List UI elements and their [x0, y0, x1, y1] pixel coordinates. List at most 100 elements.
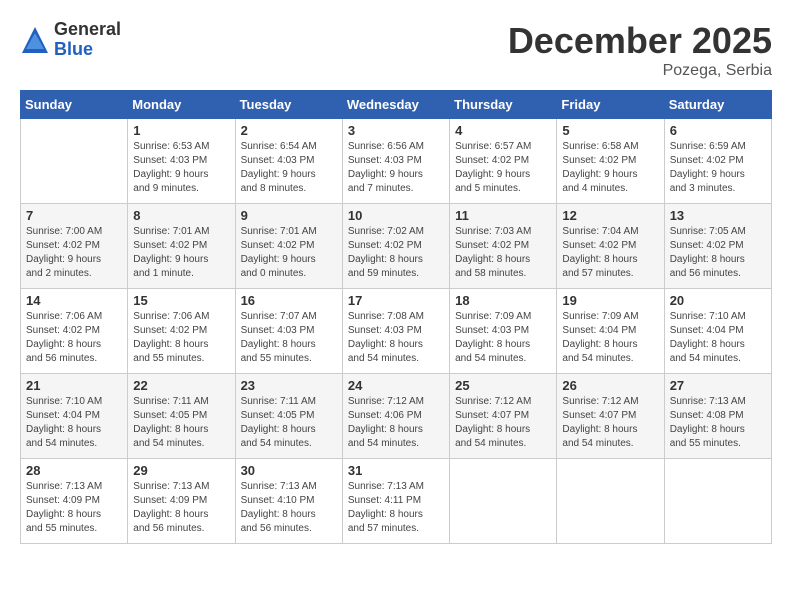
day-number: 14	[26, 293, 122, 308]
day-info: Sunrise: 6:59 AM Sunset: 4:02 PM Dayligh…	[670, 140, 766, 196]
week-row-2: 7Sunrise: 7:00 AM Sunset: 4:02 PM Daylig…	[21, 204, 772, 289]
day-info: Sunrise: 7:09 AM Sunset: 4:04 PM Dayligh…	[562, 310, 658, 366]
day-number: 2	[241, 123, 337, 138]
day-number: 9	[241, 208, 337, 223]
column-header-wednesday: Wednesday	[342, 91, 449, 119]
calendar-cell: 15Sunrise: 7:06 AM Sunset: 4:02 PM Dayli…	[128, 289, 235, 374]
calendar-cell: 12 Sunrise: 7:04 AM Sunset: 4:02 PM Dayli…	[557, 204, 664, 289]
day-number: 7	[26, 208, 122, 223]
day-number: 21	[26, 378, 122, 393]
day-number: 20	[670, 293, 766, 308]
day-info: Sunrise: 7:08 AM Sunset: 4:03 PM Dayligh…	[348, 310, 444, 366]
calendar-cell: 31Sunrise: 7:13 AM Sunset: 4:11 PM Dayli…	[342, 459, 449, 544]
week-row-1: 1 Sunrise: 6:53 AM Sunset: 4:03 PM Daylig…	[21, 119, 772, 204]
logo-icon	[20, 25, 50, 55]
calendar-cell	[557, 459, 664, 544]
column-header-tuesday: Tuesday	[235, 91, 342, 119]
page-header: General Blue December 2025 Pozega, Serbi…	[20, 20, 772, 80]
calendar-cell: 9 Sunrise: 7:01 AM Sunset: 4:02 PM Daylig…	[235, 204, 342, 289]
calendar-cell: 21Sunrise: 7:10 AM Sunset: 4:04 PM Dayli…	[21, 374, 128, 459]
calendar-cell: 16 Sunrise: 7:07 AM Sunset: 4:03 PM Dayli…	[235, 289, 342, 374]
day-info: Sunrise: 7:07 AM Sunset: 4:03 PM Dayligh…	[241, 310, 337, 366]
day-number: 4	[455, 123, 551, 138]
calendar-cell: 14 Sunrise: 7:06 AM Sunset: 4:02 PM Dayli…	[21, 289, 128, 374]
day-info: Sunrise: 7:05 AM Sunset: 4:02 PM Dayligh…	[670, 225, 766, 281]
day-info: Sunrise: 7:12 AM Sunset: 4:06 PM Dayligh…	[348, 395, 444, 451]
week-row-3: 14 Sunrise: 7:06 AM Sunset: 4:02 PM Dayli…	[21, 289, 772, 374]
calendar-table: SundayMondayTuesdayWednesdayThursdayFrid…	[20, 90, 772, 544]
calendar-cell: 2 Sunrise: 6:54 AM Sunset: 4:03 PM Daylig…	[235, 119, 342, 204]
day-info: Sunrise: 6:53 AM Sunset: 4:03 PM Dayligh…	[133, 140, 229, 196]
logo-text: General Blue	[54, 20, 121, 60]
calendar-cell: 8 Sunrise: 7:01 AM Sunset: 4:02 PM Daylig…	[128, 204, 235, 289]
day-info: Sunrise: 7:11 AM Sunset: 4:05 PM Dayligh…	[133, 395, 229, 451]
calendar-cell: 11Sunrise: 7:03 AM Sunset: 4:02 PM Dayli…	[450, 204, 557, 289]
day-number: 1	[133, 123, 229, 138]
day-number: 8	[133, 208, 229, 223]
column-header-monday: Monday	[128, 91, 235, 119]
calendar-cell: 6 Sunrise: 6:59 AM Sunset: 4:02 PM Daylig…	[664, 119, 771, 204]
calendar-cell: 17 Sunrise: 7:08 AM Sunset: 4:03 PM Dayli…	[342, 289, 449, 374]
day-info: Sunrise: 7:06 AM Sunset: 4:02 PM Dayligh…	[26, 310, 122, 366]
calendar-cell: 5Sunrise: 6:58 AM Sunset: 4:02 PM Daylig…	[557, 119, 664, 204]
calendar-cell: 29Sunrise: 7:13 AM Sunset: 4:09 PM Dayli…	[128, 459, 235, 544]
location-text: Pozega, Serbia	[508, 62, 772, 80]
month-title: December 2025	[508, 20, 772, 62]
day-info: Sunrise: 7:04 AM Sunset: 4:02 PM Dayligh…	[562, 225, 658, 281]
day-number: 23	[241, 378, 337, 393]
day-number: 15	[133, 293, 229, 308]
day-number: 24	[348, 378, 444, 393]
day-info: Sunrise: 7:10 AM Sunset: 4:04 PM Dayligh…	[670, 310, 766, 366]
logo: General Blue	[20, 20, 121, 60]
day-info: Sunrise: 7:13 AM Sunset: 4:08 PM Dayligh…	[670, 395, 766, 451]
title-area: December 2025 Pozega, Serbia	[508, 20, 772, 80]
column-header-thursday: Thursday	[450, 91, 557, 119]
day-info: Sunrise: 6:58 AM Sunset: 4:02 PM Dayligh…	[562, 140, 658, 196]
day-info: Sunrise: 7:01 AM Sunset: 4:02 PM Dayligh…	[133, 225, 229, 281]
day-info: Sunrise: 7:02 AM Sunset: 4:02 PM Dayligh…	[348, 225, 444, 281]
day-info: Sunrise: 7:09 AM Sunset: 4:03 PM Dayligh…	[455, 310, 551, 366]
calendar-cell: 3 Sunrise: 6:56 AM Sunset: 4:03 PM Daylig…	[342, 119, 449, 204]
day-number: 25	[455, 378, 551, 393]
calendar-cell: 10 Sunrise: 7:02 AM Sunset: 4:02 PM Dayli…	[342, 204, 449, 289]
day-info: Sunrise: 7:01 AM Sunset: 4:02 PM Dayligh…	[241, 225, 337, 281]
calendar-cell: 26Sunrise: 7:12 AM Sunset: 4:07 PM Dayli…	[557, 374, 664, 459]
logo-blue-text: Blue	[54, 40, 121, 60]
day-info: Sunrise: 7:13 AM Sunset: 4:10 PM Dayligh…	[241, 480, 337, 536]
calendar-cell: 20 Sunrise: 7:10 AM Sunset: 4:04 PM Dayli…	[664, 289, 771, 374]
calendar-cell	[21, 119, 128, 204]
day-number: 17	[348, 293, 444, 308]
day-number: 10	[348, 208, 444, 223]
calendar-cell: 23 Sunrise: 7:11 AM Sunset: 4:05 PM Dayli…	[235, 374, 342, 459]
column-header-friday: Friday	[557, 91, 664, 119]
day-info: Sunrise: 7:13 AM Sunset: 4:09 PM Dayligh…	[26, 480, 122, 536]
calendar-cell: 28 Sunrise: 7:13 AM Sunset: 4:09 PM Dayli…	[21, 459, 128, 544]
calendar-cell: 13 Sunrise: 7:05 AM Sunset: 4:02 PM Dayli…	[664, 204, 771, 289]
calendar-cell: 7Sunrise: 7:00 AM Sunset: 4:02 PM Daylig…	[21, 204, 128, 289]
day-number: 22	[133, 378, 229, 393]
day-number: 30	[241, 463, 337, 478]
calendar-cell	[664, 459, 771, 544]
calendar-cell: 24 Sunrise: 7:12 AM Sunset: 4:06 PM Dayli…	[342, 374, 449, 459]
column-header-saturday: Saturday	[664, 91, 771, 119]
day-number: 28	[26, 463, 122, 478]
calendar-cell: 4Sunrise: 6:57 AM Sunset: 4:02 PM Daylig…	[450, 119, 557, 204]
day-info: Sunrise: 7:03 AM Sunset: 4:02 PM Dayligh…	[455, 225, 551, 281]
day-info: Sunrise: 6:56 AM Sunset: 4:03 PM Dayligh…	[348, 140, 444, 196]
day-number: 13	[670, 208, 766, 223]
day-number: 3	[348, 123, 444, 138]
column-header-sunday: Sunday	[21, 91, 128, 119]
calendar-cell	[450, 459, 557, 544]
calendar-cell: 22 Sunrise: 7:11 AM Sunset: 4:05 PM Dayli…	[128, 374, 235, 459]
day-number: 27	[670, 378, 766, 393]
day-info: Sunrise: 7:13 AM Sunset: 4:11 PM Dayligh…	[348, 480, 444, 536]
day-number: 6	[670, 123, 766, 138]
day-number: 16	[241, 293, 337, 308]
day-number: 26	[562, 378, 658, 393]
day-info: Sunrise: 6:54 AM Sunset: 4:03 PM Dayligh…	[241, 140, 337, 196]
week-row-5: 28 Sunrise: 7:13 AM Sunset: 4:09 PM Dayli…	[21, 459, 772, 544]
day-info: Sunrise: 7:11 AM Sunset: 4:05 PM Dayligh…	[241, 395, 337, 451]
calendar-cell: 18Sunrise: 7:09 AM Sunset: 4:03 PM Dayli…	[450, 289, 557, 374]
day-number: 12	[562, 208, 658, 223]
calendar-cell: 25Sunrise: 7:12 AM Sunset: 4:07 PM Dayli…	[450, 374, 557, 459]
